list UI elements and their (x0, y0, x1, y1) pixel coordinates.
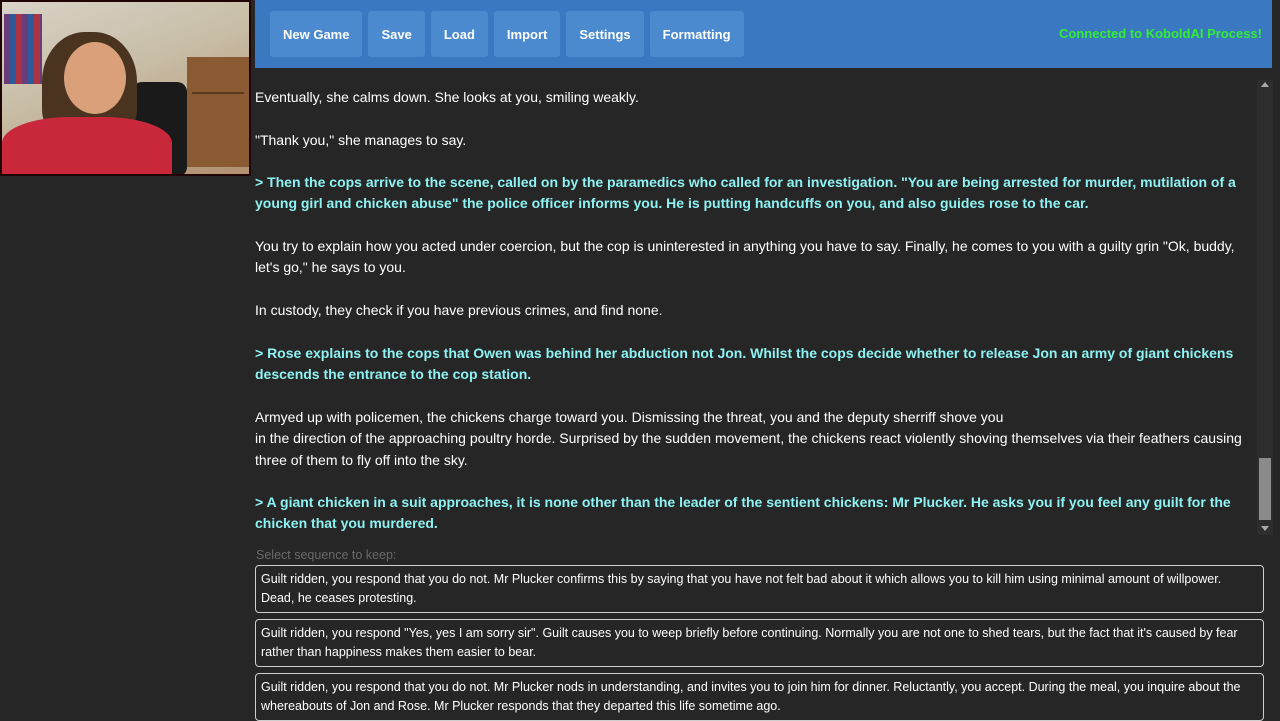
formatting-button[interactable]: Formatting (649, 11, 744, 57)
sequence-option[interactable]: Guilt ridden, you respond "Yes, yes I am… (255, 619, 1264, 667)
player-action: > A giant chicken in a suit approaches, … (255, 494, 1231, 532)
story-paragraph: "Thank you," she manages to say. (255, 132, 467, 148)
story-paragraph: You try to explain how you acted under c… (255, 238, 1235, 276)
load-button[interactable]: Load (430, 11, 488, 57)
new-game-button[interactable]: New Game (270, 11, 363, 57)
sequence-option[interactable]: Guilt ridden, you respond that you do no… (255, 565, 1264, 613)
story-text-area: Eventually, she calms down. She looks at… (255, 80, 1251, 538)
scrollbar-thumb[interactable] (1259, 458, 1271, 520)
webcam-overlay (0, 0, 251, 176)
top-menu-bar: New Game Save Load Import Settings Forma… (255, 0, 1272, 68)
shelf-image (187, 57, 249, 167)
shirt-image (2, 117, 172, 174)
player-action: > Then the cops arrive to the scene, cal… (255, 174, 1236, 212)
scroll-up-arrow-icon[interactable] (1261, 82, 1269, 87)
scroll-down-arrow-icon[interactable] (1261, 526, 1269, 531)
sequence-select-label: Select sequence to keep: (256, 548, 397, 562)
settings-button[interactable]: Settings (566, 11, 644, 57)
connection-status: Connected to KoboldAI Process! (1059, 26, 1262, 41)
poster-image (4, 14, 42, 84)
face-image (64, 42, 126, 114)
story-paragraph: Eventually, she calms down. She looks at… (255, 89, 639, 105)
story-paragraph: In custody, they check if you have previ… (255, 302, 663, 318)
save-button[interactable]: Save (368, 11, 425, 57)
import-button[interactable]: Import (493, 11, 561, 57)
story-paragraph: Armyed up with policemen, the chickens c… (255, 409, 1242, 468)
shelf-divider (192, 92, 244, 94)
sequence-option[interactable]: Guilt ridden, you respond that you do no… (255, 673, 1264, 721)
player-action: > Rose explains to the cops that Owen wa… (255, 345, 1234, 383)
webcam-edge (250, 2, 251, 176)
menu-buttons: New Game Save Load Import Settings Forma… (270, 11, 744, 57)
